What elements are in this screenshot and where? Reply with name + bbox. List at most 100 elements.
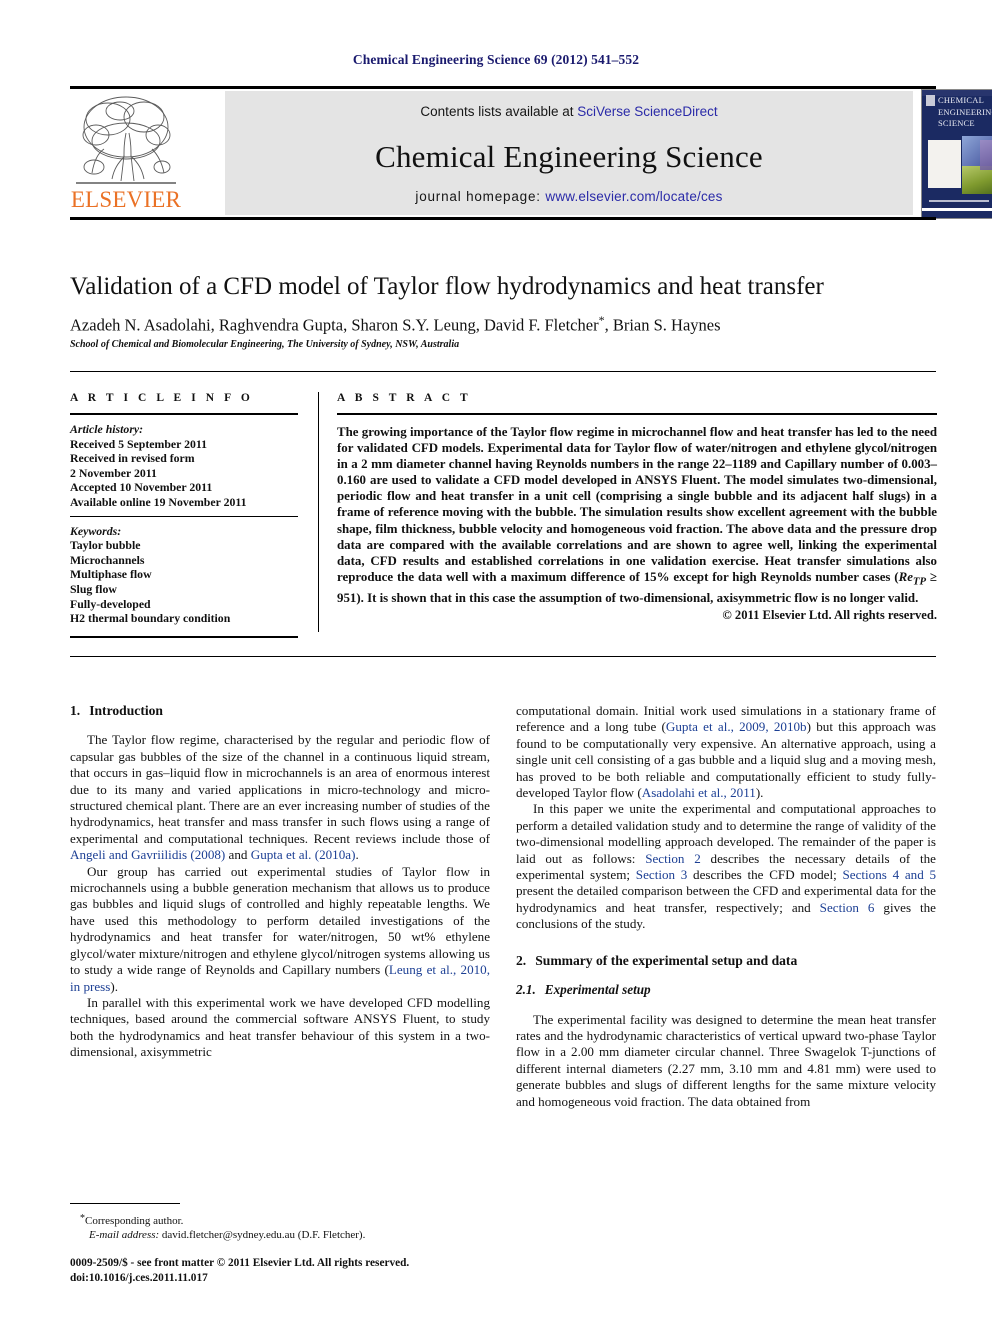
cover-title-line-1: CHEMICAL bbox=[938, 95, 984, 105]
email-note: E-mail address: david.fletcher@sydney.ed… bbox=[70, 1228, 490, 1242]
info-band-top-rule bbox=[70, 371, 936, 372]
section-link[interactable]: Section 3 bbox=[636, 867, 688, 882]
abstract-copyright: © 2011 Elsevier Ltd. All rights reserved… bbox=[722, 607, 937, 622]
author-names: Azadeh N. Asadolahi, Raghvendra Gupta, S… bbox=[70, 315, 599, 335]
keywords-label: Keywords: bbox=[70, 523, 122, 538]
keyword-item: Taylor bubble bbox=[70, 538, 141, 553]
reynolds-subscript: TP bbox=[912, 575, 927, 588]
sciencedirect-link[interactable]: SciVerse ScienceDirect bbox=[577, 104, 717, 119]
paragraph: In parallel with this experimental work … bbox=[70, 994, 490, 1060]
section-link[interactable]: Section 6 bbox=[820, 900, 875, 915]
author-names-tail: , Brian S. Haynes bbox=[604, 315, 721, 335]
corresponding-author-text: Corresponding author. bbox=[85, 1215, 184, 1227]
contents-available-line: Contents lists available at SciVerse Sci… bbox=[225, 104, 913, 119]
email-label: E-mail address: bbox=[89, 1229, 160, 1241]
subsection-heading-experimental-setup: 2.1. Experimental setup bbox=[516, 982, 936, 998]
corresponding-author-note: *Corresponding author. bbox=[70, 1212, 490, 1228]
running-head: Chemical Engineering Science 69 (2012) 5… bbox=[352, 52, 640, 67]
affiliation: School of Chemical and Biomolecular Engi… bbox=[70, 339, 460, 350]
cover-publisher-icon bbox=[926, 95, 935, 106]
abstract-text-part-1: The growing importance of the Taylor flo… bbox=[337, 425, 937, 584]
para-text: Our group has carried out experimental s… bbox=[70, 863, 490, 978]
footnote-separator-rule bbox=[70, 1203, 180, 1204]
article-title: Validation of a CFD model of Taylor flow… bbox=[70, 273, 824, 300]
journal-title: Chemical Engineering Science bbox=[375, 139, 763, 174]
paragraph: Our group has carried out experimental s… bbox=[70, 864, 490, 995]
article-info-column: A R T I C L E I N F O Article history: R… bbox=[70, 392, 298, 638]
email-address[interactable]: david.fletcher@sydney.edu.au (D.F. Fletc… bbox=[159, 1229, 365, 1241]
cover-title-line-3: SCIENCE bbox=[938, 118, 975, 128]
subsection-title: Experimental setup bbox=[544, 982, 651, 998]
contents-prefix: Contents lists available at bbox=[420, 104, 578, 119]
abstract-text: The growing importance of the Taylor flo… bbox=[337, 424, 937, 606]
citation-link[interactable]: Asadolahi et al., 2011 bbox=[642, 785, 756, 800]
section-title: Introduction bbox=[89, 703, 163, 718]
keyword-item: Fully-developed bbox=[70, 596, 151, 611]
keyword-item: Microchannels bbox=[70, 552, 145, 567]
cover-artwork bbox=[928, 136, 992, 194]
elsevier-tree-icon bbox=[76, 96, 176, 184]
section-link[interactable]: Section 2 bbox=[645, 851, 701, 866]
para-text: The Taylor flow regime, characterised by… bbox=[70, 732, 490, 846]
cover-art-panel-green bbox=[962, 166, 992, 194]
journal-masthead: ELSEVIER Contents lists available at Sci… bbox=[70, 86, 992, 220]
paragraph: The Taylor flow regime, characterised by… bbox=[70, 732, 490, 863]
elsevier-logo: ELSEVIER bbox=[70, 91, 182, 215]
cover-title: CHEMICAL ENGINEERING SCIENCE bbox=[938, 95, 992, 130]
history-item: Received 5 September 2011 bbox=[70, 436, 208, 451]
paper-page: Chemical Engineering Science 69 (2012) 5… bbox=[0, 0, 992, 1323]
section-heading-summary: 2. Summary of the experimental setup and … bbox=[516, 953, 936, 969]
para-text: ). bbox=[110, 978, 119, 994]
history-item: Available online 19 November 2011 bbox=[70, 494, 247, 509]
reynolds-symbol: Re bbox=[898, 569, 913, 584]
article-history-group: Article history: Received 5 September 20… bbox=[70, 422, 298, 510]
imprint-line-1: 0009-2509/$ - see front matter © 2011 El… bbox=[70, 1257, 410, 1269]
section-title: Summary of the experimental setup and da… bbox=[535, 952, 798, 968]
history-item: 2 November 2011 bbox=[70, 465, 157, 480]
subsection-number: 2.1. bbox=[516, 982, 536, 998]
paragraph: computational domain. Initial work used … bbox=[516, 703, 936, 801]
masthead-bottom-rule bbox=[70, 217, 936, 220]
author-list: Azadeh N. Asadolahi, Raghvendra Gupta, S… bbox=[70, 313, 950, 336]
citation-link[interactable]: Gupta et al., 2009, 2010b bbox=[666, 719, 807, 734]
homepage-prefix: journal homepage: bbox=[415, 189, 546, 204]
elsevier-wordmark: ELSEVIER bbox=[70, 187, 182, 212]
history-item: Received in revised form bbox=[70, 451, 195, 466]
history-keywords-divider bbox=[70, 515, 298, 517]
journal-cover-thumbnail: CHEMICAL ENGINEERING SCIENCE bbox=[921, 89, 992, 219]
citation-link[interactable]: Angeli and Gavriilidis (2008) bbox=[70, 847, 225, 862]
para-text: describes the CFD model; bbox=[687, 867, 843, 883]
cover-art-panel-white bbox=[928, 140, 961, 188]
info-band-bottom-rule bbox=[70, 656, 936, 657]
paragraph: The experimental facility was designed t… bbox=[516, 1011, 936, 1109]
para-text: and bbox=[225, 847, 251, 863]
history-item: Accepted 10 November 2011 bbox=[70, 480, 213, 495]
cover-title-line-2: ENGINEERING bbox=[938, 106, 992, 117]
section-number: 1. bbox=[70, 703, 81, 718]
abstract-heading: A B S T R A C T bbox=[337, 392, 472, 404]
abstract-column: A B S T R A C T The growing importance o… bbox=[337, 392, 937, 623]
info-abstract-divider bbox=[318, 392, 319, 632]
cover-art-panel-purple bbox=[980, 140, 992, 170]
footnote-block: *Corresponding author. E-mail address: d… bbox=[70, 1212, 490, 1242]
abstract-rule bbox=[337, 413, 937, 415]
journal-homepage-link[interactable]: www.elsevier.com/locate/ces bbox=[545, 189, 722, 204]
masthead-banner: Contents lists available at SciVerse Sci… bbox=[225, 91, 913, 215]
body-column-right: computational domain. Initial work used … bbox=[516, 703, 936, 1110]
journal-homepage-line: journal homepage: www.elsevier.com/locat… bbox=[225, 189, 913, 204]
citation-link[interactable]: Gupta et al. (2010a) bbox=[251, 847, 356, 862]
section-number: 2. bbox=[516, 952, 527, 968]
article-history-label: Article history: bbox=[70, 422, 144, 436]
paragraph: In this paper we unite the experimental … bbox=[516, 801, 936, 932]
para-text: . bbox=[355, 847, 359, 863]
para-text: ). bbox=[755, 785, 764, 801]
article-info-rule bbox=[70, 413, 298, 415]
article-info-heading: A R T I C L E I N F O bbox=[70, 392, 254, 404]
cover-footer-text-rule bbox=[929, 200, 989, 202]
section-link[interactable]: Sections 4 and 5 bbox=[842, 867, 936, 882]
keyword-item: H2 thermal boundary condition bbox=[70, 611, 231, 626]
article-info-bottom-rule bbox=[70, 635, 298, 638]
masthead-top-rule bbox=[70, 86, 936, 89]
body-column-left: 1. Introduction The Taylor flow regime, c… bbox=[70, 703, 490, 1061]
keywords-group: Keywords: Taylor bubble Microchannels Mu… bbox=[70, 524, 298, 626]
